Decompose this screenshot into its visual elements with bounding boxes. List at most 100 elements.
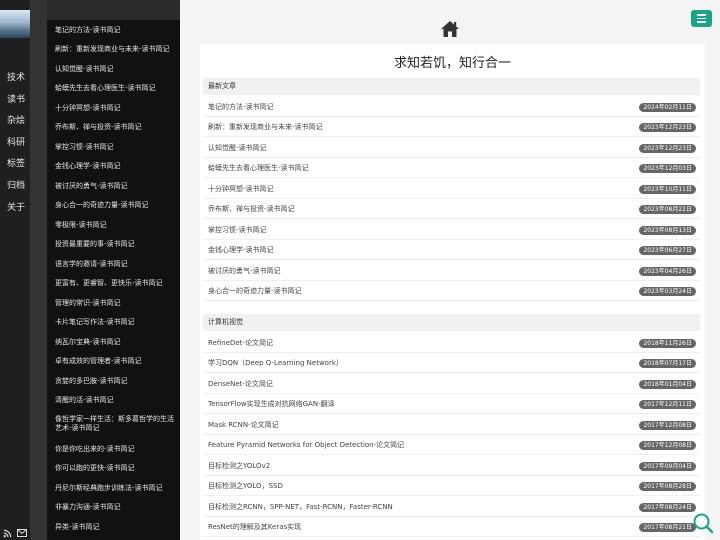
hamburger-icon-bar [697,21,706,23]
date-badge: 2023年08月13日 [639,226,696,235]
post-list-item[interactable]: 身心合一的奇迹力量-读书简记 [55,201,177,210]
article-row[interactable]: Feature Pyramid Networks for Object Dete… [203,435,700,455]
date-badge: 2023年10月11日 [639,185,696,194]
date-badge: 2017年08月21日 [639,523,696,532]
post-list-item[interactable]: 像哲学家一样生活：斯多葛哲学的生活艺术-读书简记 [55,415,177,433]
section-header-cv: 计算机视觉 [203,314,700,331]
nav-item-reading[interactable]: 读书 [0,92,30,108]
post-list-item[interactable]: 更富有、更睿智、更快乐-读书简记 [55,279,177,288]
article-row[interactable]: 认知觉醒-读书简记 2023年12月23日 [203,138,700,158]
article-row[interactable]: Mask RCNN-论文简记 2017年12月08日 [203,415,700,435]
post-list-item[interactable]: 零极限-读书简记 [55,221,177,230]
date-badge: 2023年12月23日 [639,123,696,132]
post-list-item[interactable]: 投资最重要的事-读书简记 [55,240,177,249]
article-title[interactable]: 目标检测之YOLOv2 [208,461,270,471]
left-nav: 技术 读书 杂烩 科研 标签 归档 关于 [0,0,30,540]
main-area: 求知若饥，知行合一 最新文章 笔记的方法-读书简记 2024年02月11日 刷新：… [180,0,720,540]
article-row[interactable]: 学习DQN（Deep Q-Learning Network） 2018年07月17… [203,353,700,373]
article-row[interactable]: 笔记的方法-读书简记 2024年02月11日 [203,97,700,117]
post-list-item[interactable]: 十分钟冥想-读书简记 [55,104,177,113]
article-row[interactable]: 刷新：重新发现商业与未来-读书简记 2023年12月23日 [203,117,700,137]
nav-item-research[interactable]: 科研 [0,135,30,151]
date-badge: 2023年06月27日 [639,246,696,255]
post-list-item[interactable]: 管理的常识-读书简记 [55,299,177,308]
date-badge: 2023年12月03日 [639,164,696,173]
article-row[interactable]: 金钱心理学-读书简记 2023年06月27日 [203,240,700,260]
post-list-item[interactable]: 纳瓦尔宝典-读书简记 [55,338,177,347]
article-row[interactable]: RefineDet-论文简记 2018年11月26日 [203,333,700,353]
article-title[interactable]: 金钱心理学-读书简记 [208,245,274,255]
article-title[interactable]: TensorFlow实现生成对抗网络GAN-翻译 [208,399,335,409]
nav-bottom-icons [0,526,30,540]
post-list-item[interactable]: 你可以跑的更快-读书简记 [55,464,177,473]
post-list-item[interactable]: 掌控习惯-读书简记 [55,143,177,152]
article-row[interactable]: 目标检测之YOLOv2 2017年09月04日 [203,456,700,476]
article-title[interactable]: 蛤蟆先生去看心理医生-读书简记 [208,163,309,173]
menu-button[interactable] [691,10,712,27]
article-title[interactable]: 掌控习惯-读书简记 [208,225,267,235]
article-row[interactable]: TensorFlow实现生成对抗网络GAN-翻译 2017年12月11日 [203,394,700,414]
nav-item-archive[interactable]: 归档 [0,178,30,194]
article-title[interactable]: 被讨厌的勇气-读书简记 [208,266,281,276]
article-title[interactable]: 学习DQN（Deep Q-Learning Network） [208,358,343,368]
article-title[interactable]: 身心合一的奇迹力量-读书简记 [208,286,302,296]
post-list-item[interactable]: 蛤蟆先生去看心理医生-读书简记 [55,84,177,93]
post-list-item[interactable]: 你是你吃出来的-读书简记 [55,445,177,454]
date-badge: 2024年02月11日 [639,103,696,112]
article-row[interactable]: 蛤蟆先生去看心理医生-读书简记 2023年12月03日 [203,158,700,178]
post-list-item[interactable]: 丹尼尔斯经典跑步训练法-读书简记 [55,484,177,493]
date-badge: 2023年08月22日 [639,205,696,214]
post-list-item[interactable]: 非暴力沟通-读书简记 [55,503,177,512]
nav-item-about[interactable]: 关于 [0,200,30,216]
article-row[interactable]: 目标检测之YOLO，SSD 2017年08月28日 [203,476,700,496]
article-title[interactable]: 十分钟冥想-读书简记 [208,184,274,194]
article-title[interactable]: Feature Pyramid Networks for Object Dete… [208,440,404,450]
post-list-item[interactable]: 金钱心理学-读书简记 [55,162,177,171]
article-title[interactable]: 笔记的方法-读书简记 [208,102,274,112]
date-badge: 2017年08月24日 [639,503,696,512]
post-list-item[interactable]: 刷新：重新发现商业与未来-读书简记 [55,45,177,54]
post-list-item[interactable]: 笔记的方法-读书简记 [55,26,177,35]
date-badge: 2023年12月23日 [639,144,696,153]
mail-icon[interactable] [17,529,28,537]
article-row[interactable]: 目标检测之RCNN，SPP-NET，Fast-RCNN，Faster-RCNN 2… [203,497,700,517]
avatar[interactable] [0,10,30,38]
post-list-item[interactable]: 异类-读书简记 [55,523,177,532]
nav-item-misc[interactable]: 杂烩 [0,113,30,129]
nav-item-tags[interactable]: 标签 [0,156,30,172]
article-row[interactable]: 掌控习惯-读书简记 2023年08月13日 [203,220,700,240]
post-list-item[interactable]: 贪婪的多巴胺-读书简记 [55,377,177,386]
article-title[interactable]: 刷新：重新发现商业与未来-读书简记 [208,122,323,132]
date-badge: 2017年12月08日 [639,441,696,450]
post-list-item[interactable]: 卓有成效的管理者-读书简记 [55,357,177,366]
article-row[interactable]: DenseNet-论文简记 2018年01月04日 [203,374,700,394]
article-title[interactable]: Mask RCNN-论文简记 [208,420,279,430]
search-icon[interactable] [692,512,714,534]
hamburger-icon-bar [697,14,706,16]
article-title[interactable]: 目标检测之YOLO，SSD [208,481,283,491]
article-row[interactable]: 十分钟冥想-读书简记 2023年10月11日 [203,179,700,199]
article-row[interactable]: 身心合一的奇迹力量-读书简记 2023年03月24日 [203,281,700,301]
article-title[interactable]: 乔布斯、禅与投资-读书简记 [208,204,295,214]
article-title[interactable]: 认知觉醒-读书简记 [208,143,267,153]
post-list-item[interactable]: 卡片笔记写作法-读书简记 [55,318,177,327]
top-bar [180,0,720,44]
post-list-item[interactable]: 乔布斯、禅与投资-读书简记 [55,123,177,132]
article-title[interactable]: 目标检测之RCNN，SPP-NET，Fast-RCNN，Faster-RCNN [208,502,393,512]
article-title[interactable]: DenseNet-论文简记 [208,379,273,389]
home-icon[interactable] [440,20,460,38]
post-list-item[interactable]: 被讨厌的勇气-读书简记 [55,182,177,191]
date-badge: 2018年11月26日 [639,339,696,348]
article-row[interactable]: ResNet的理解及其Keras实现 2017年08月21日 [203,517,700,537]
post-list-item[interactable]: 语言学的邀请-读书简记 [55,260,177,269]
nav-item-tech[interactable]: 技术 [0,70,30,86]
date-badge: 2018年01月04日 [639,380,696,389]
article-row[interactable]: 被讨厌的勇气-读书简记 2023年04月26日 [203,261,700,281]
post-list-item[interactable]: 认知觉醒-读书简记 [55,65,177,74]
article-title[interactable]: ResNet的理解及其Keras实现 [208,522,301,532]
article-title[interactable]: RefineDet-论文简记 [208,338,273,348]
rss-icon[interactable] [3,529,12,538]
date-badge: 2023年04月26日 [639,267,696,276]
article-row[interactable]: 乔布斯、禅与投资-读书简记 2023年08月22日 [203,199,700,219]
post-list-item[interactable]: 清醒的活-读书简记 [55,396,177,405]
